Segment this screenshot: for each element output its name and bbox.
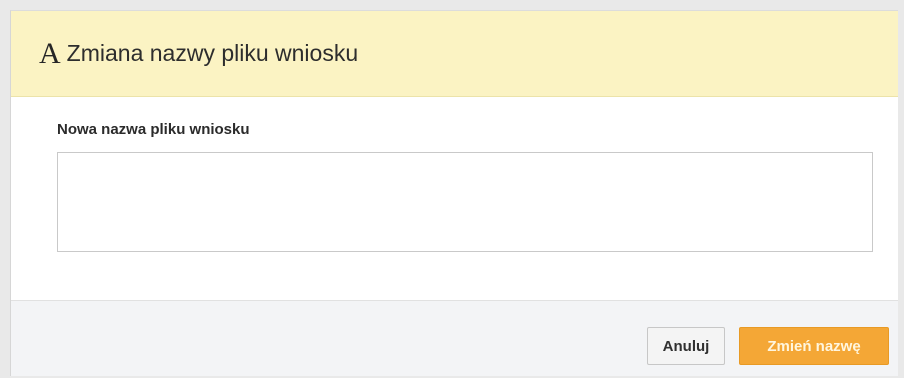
dialog-body: Nowa nazwa pliku wniosku (11, 97, 898, 299)
rename-dialog: A Zmiana nazwy pliku wniosku Nowa nazwa … (10, 10, 898, 376)
filename-input[interactable] (57, 152, 873, 252)
dialog-header: A Zmiana nazwy pliku wniosku (11, 11, 898, 97)
rename-button[interactable]: Zmień nazwę (739, 327, 889, 365)
cancel-button[interactable]: Anuluj (647, 327, 725, 365)
filename-label: Nowa nazwa pliku wniosku (57, 121, 250, 138)
dialog-title: Zmiana nazwy pliku wniosku (66, 40, 359, 66)
rename-icon: A (39, 36, 61, 70)
dialog-footer: Anuluj Zmień nazwę (11, 300, 898, 376)
